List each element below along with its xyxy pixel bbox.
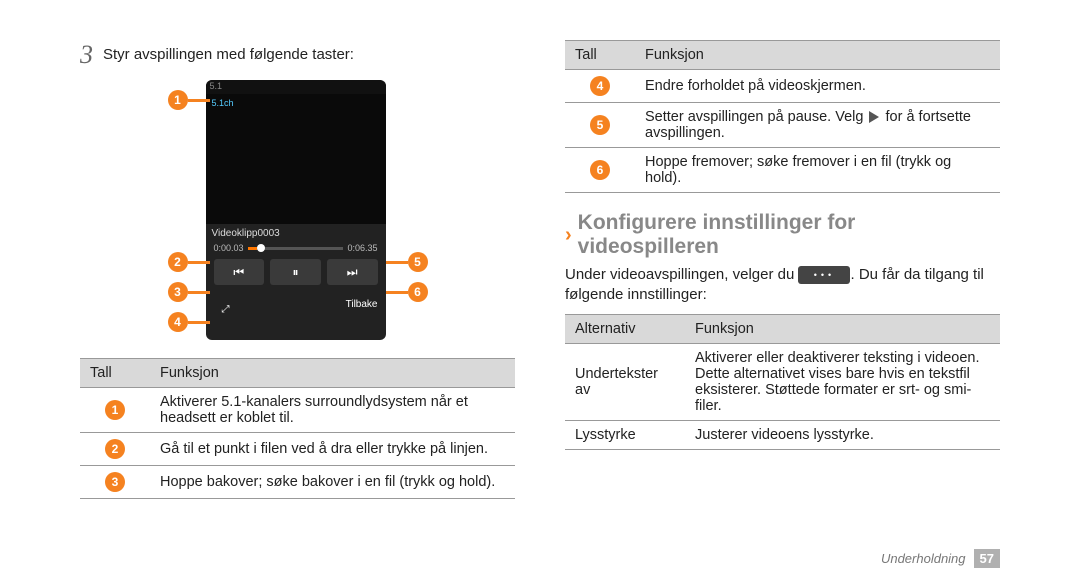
footer-section: Underholdning (881, 551, 966, 566)
opt-key: Undertekster av (565, 344, 685, 421)
surround-icon: 5.1ch (212, 98, 234, 108)
opt-val: Aktiverer eller deaktiverer teksting i v… (685, 344, 1000, 421)
back-label[interactable]: Tilbake (346, 299, 378, 319)
callout-5: 5 (408, 252, 428, 272)
page-number: 57 (974, 549, 1000, 568)
row-text: Aktiverer 5.1-kanalers surroundlydsystem… (150, 388, 515, 433)
col-funksjon: Funksjon (635, 41, 1000, 70)
row-num-2: 2 (105, 439, 125, 459)
table-row: Undertekster av Aktiverer eller deaktive… (565, 344, 1000, 421)
progress-bar[interactable] (248, 247, 344, 250)
function-table-left: Tall Funksjon 1 Aktiverer 5.1-kanalers s… (80, 358, 515, 499)
row-num-3: 3 (105, 472, 125, 492)
col-tall: Tall (565, 41, 635, 70)
status-audio-label: 5.1 (210, 81, 223, 93)
table-row: 5 Setter avspillingen på pause. Velg for… (565, 103, 1000, 148)
row-text: Setter avspillingen på pause. Velg for å… (635, 103, 1000, 148)
row-num-6: 6 (590, 160, 610, 180)
col-funksjon: Funksjon (150, 359, 515, 388)
pause-button[interactable]: ⏸ (270, 259, 321, 285)
next-button[interactable]: ⏭ (327, 259, 378, 285)
row-text: Hoppe fremover; søke fremover i en fil (… (635, 148, 1000, 193)
row-num-1: 1 (105, 400, 125, 420)
menu-dots-icon: ••• (798, 266, 850, 284)
row-num-4: 4 (590, 76, 610, 96)
callout-3: 3 (168, 282, 188, 302)
table-row: 1 Aktiverer 5.1-kanalers surroundlydsyst… (80, 388, 515, 433)
step-number: 3 (80, 40, 93, 70)
callout-1: 1 (168, 90, 188, 110)
callout-4: 4 (168, 312, 188, 332)
callout-2: 2 (168, 252, 188, 272)
callout-6: 6 (408, 282, 428, 302)
section-caret-icon: › (565, 224, 572, 247)
video-title: Videoklipp0003 (206, 224, 386, 243)
table-row: 2 Gå til et punkt i filen ved å dra elle… (80, 433, 515, 466)
row-text: Hoppe bakover; søke bakover i en fil (tr… (150, 466, 515, 499)
function-table-right: Tall Funksjon 4 Endre forholdet på video… (565, 40, 1000, 193)
section-intro: Under videoavspillingen, velger du •••. … (565, 265, 1000, 304)
options-table: Alternativ Funksjon Undertekster av Akti… (565, 314, 1000, 450)
phone-screenshot: 5.1 5.1ch Videoklipp0003 0:00.03 0:06.35… (168, 80, 428, 340)
table-row: 4 Endre forholdet på videoskjermen. (565, 70, 1000, 103)
row-text: Gå til et punkt i filen ved å dra eller … (150, 433, 515, 466)
aspect-icon[interactable]: ⤢ (214, 299, 238, 319)
table-row: Lysstyrke Justerer videoens lysstyrke. (565, 421, 1000, 450)
col-tall: Tall (80, 359, 150, 388)
row-text: Endre forholdet på videoskjermen. (635, 70, 1000, 103)
col-funksjon: Funksjon (685, 315, 1000, 344)
time-elapsed: 0:00.03 (214, 243, 244, 253)
row-num-5: 5 (590, 115, 610, 135)
table-row: 6 Hoppe fremover; søke fremover i en fil… (565, 148, 1000, 193)
play-icon (869, 111, 879, 123)
prev-button[interactable]: ⏮ (214, 259, 265, 285)
opt-key: Lysstyrke (565, 421, 685, 450)
step-intro-text: Styr avspillingen med følgende taster: (103, 40, 354, 70)
opt-val: Justerer videoens lysstyrke. (685, 421, 1000, 450)
col-alternativ: Alternativ (565, 315, 685, 344)
table-row: 3 Hoppe bakover; søke bakover i en fil (… (80, 466, 515, 499)
section-title: Konfigurere innstillinger for videospill… (578, 211, 1000, 259)
time-total: 0:06.35 (347, 243, 377, 253)
